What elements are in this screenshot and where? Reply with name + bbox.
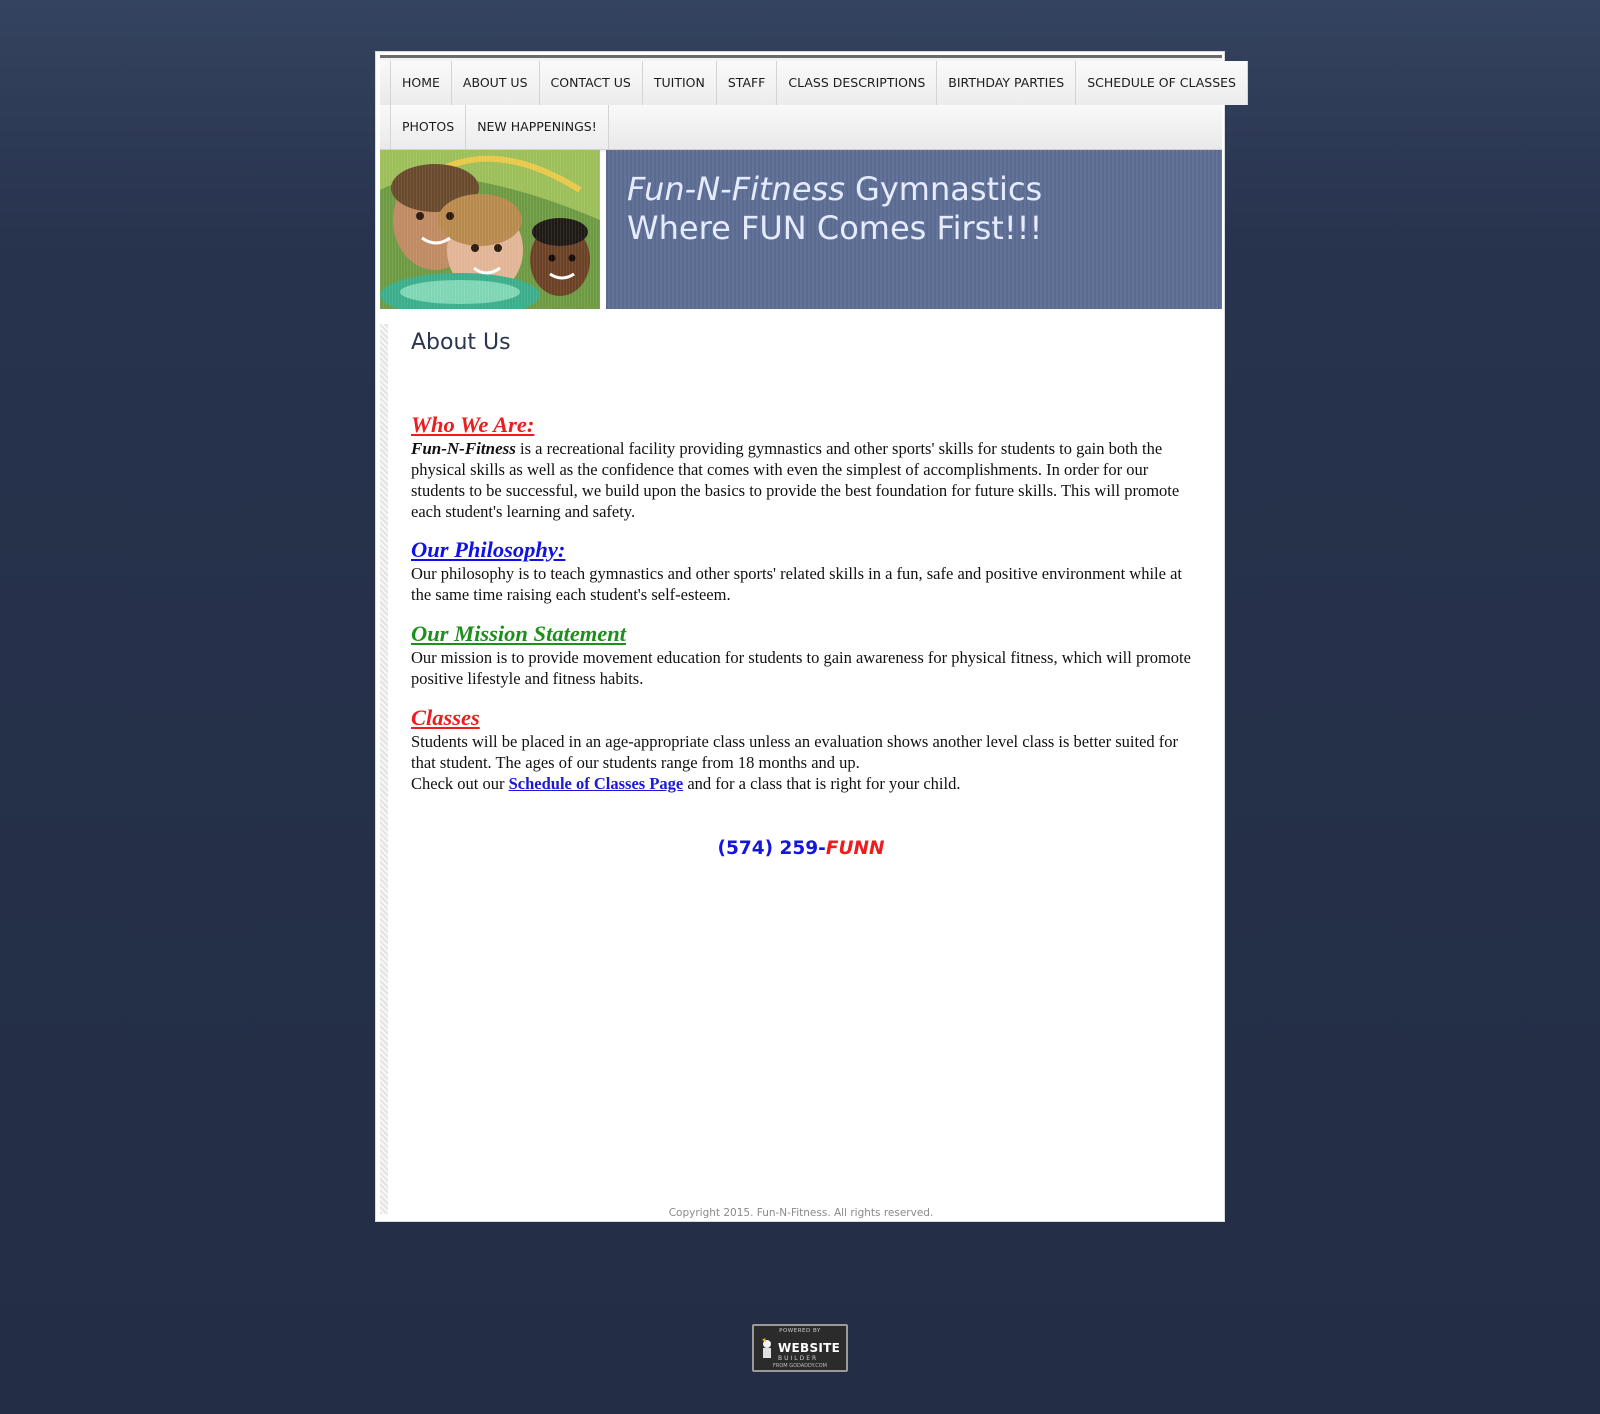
builder-mascot-icon <box>762 1338 771 1358</box>
page-title: About Us <box>411 330 511 355</box>
classes-check-prefix: Check out our <box>411 774 509 793</box>
section-mission: Our Mission Statement Our mission is to … <box>411 621 1196 689</box>
phone-digits: (574) 259- <box>717 838 826 859</box>
nav-item-staff[interactable]: STAFF <box>715 61 778 105</box>
copyright-text: Copyright 2015. Fun-N-Fitness. All right… <box>668 1207 934 1219</box>
philosophy-text: Our philosophy is to teach gymnastics an… <box>411 564 1182 604</box>
nav-item-class-descriptions[interactable]: CLASS DESCRIPTIONS <box>776 61 938 105</box>
banner-title-rest: Gymnastics <box>844 170 1043 208</box>
banner-title: Fun-N-Fitness Gymnastics <box>627 170 1042 208</box>
who-we-are-heading: Who We Are: <box>411 412 535 437</box>
section-philosophy: Our Philosophy: Our philosophy is to tea… <box>411 537 1196 605</box>
who-we-are-text: is a recreational facility providing gym… <box>411 439 1180 521</box>
phone-number: (574) 259-FUNN <box>376 838 1226 859</box>
banner-title-box: Fun-N-Fitness Gymnastics Where FUN Comes… <box>606 150 1222 309</box>
nav-item-tuition[interactable]: TUITION <box>641 61 717 105</box>
powered-by-website-builder-badge[interactable]: POWERED BY WEBSITE BUILDER FROM GODADDY.… <box>752 1324 848 1372</box>
left-decorative-stripe <box>380 324 388 1214</box>
classes-text: Students will be placed in an age-approp… <box>411 732 1179 772</box>
main-navigation: HOME ABOUT US CONTACT US TUITION STAFF C… <box>380 55 1248 152</box>
schedule-of-classes-link[interactable]: Schedule of Classes Page <box>509 774 684 793</box>
badge-main-text: WEBSITE <box>778 1341 841 1355</box>
mission-heading: Our Mission Statement <box>411 621 627 646</box>
nav-item-about-us[interactable]: ABOUT US <box>450 61 540 105</box>
banner-title-brand: Fun-N-Fitness <box>627 170 845 208</box>
philosophy-heading: Our Philosophy: <box>411 537 566 562</box>
classes-check-suffix: and for a class that is right for your c… <box>683 774 961 793</box>
page-container: HOME ABOUT US CONTACT US TUITION STAFF C… <box>375 51 1248 1222</box>
nav-item-birthday-parties[interactable]: BIRTHDAY PARTIES <box>936 61 1077 105</box>
badge-foot-text: FROM GODADDY.COM <box>773 1363 827 1369</box>
classes-heading: Classes <box>411 705 480 730</box>
who-we-are-brand: Fun-N-Fitness <box>411 439 516 458</box>
section-classes: Classes Students will be placed in an ag… <box>411 705 1196 794</box>
nav-item-home[interactable]: HOME <box>390 61 452 105</box>
mission-text: Our mission is to provide movement educa… <box>411 648 1191 688</box>
nav-item-photos[interactable]: PHOTOS <box>390 105 467 149</box>
badge-sub-text: BUILDER <box>778 1355 819 1362</box>
phone-word: FUNN <box>825 838 885 859</box>
banner-tagline: Where FUN Comes First!!! <box>627 209 1043 247</box>
nav-item-contact-us[interactable]: CONTACT US <box>538 61 643 105</box>
nav-item-schedule-of-classes[interactable]: SCHEDULE OF CLASSES <box>1075 61 1248 105</box>
banner-kids-photo <box>380 150 600 309</box>
section-who-we-are: Who We Are: Fun-N-Fitness is a recreatio… <box>411 412 1196 522</box>
badge-top-text: POWERED BY <box>779 1328 821 1334</box>
nav-row-2: PHOTOS NEW HAPPENINGS! <box>390 105 609 149</box>
nav-row-1: HOME ABOUT US CONTACT US TUITION STAFF C… <box>390 61 1248 105</box>
nav-item-new-happenings[interactable]: NEW HAPPENINGS! <box>465 105 609 149</box>
photo-scanline-overlay <box>380 150 600 309</box>
